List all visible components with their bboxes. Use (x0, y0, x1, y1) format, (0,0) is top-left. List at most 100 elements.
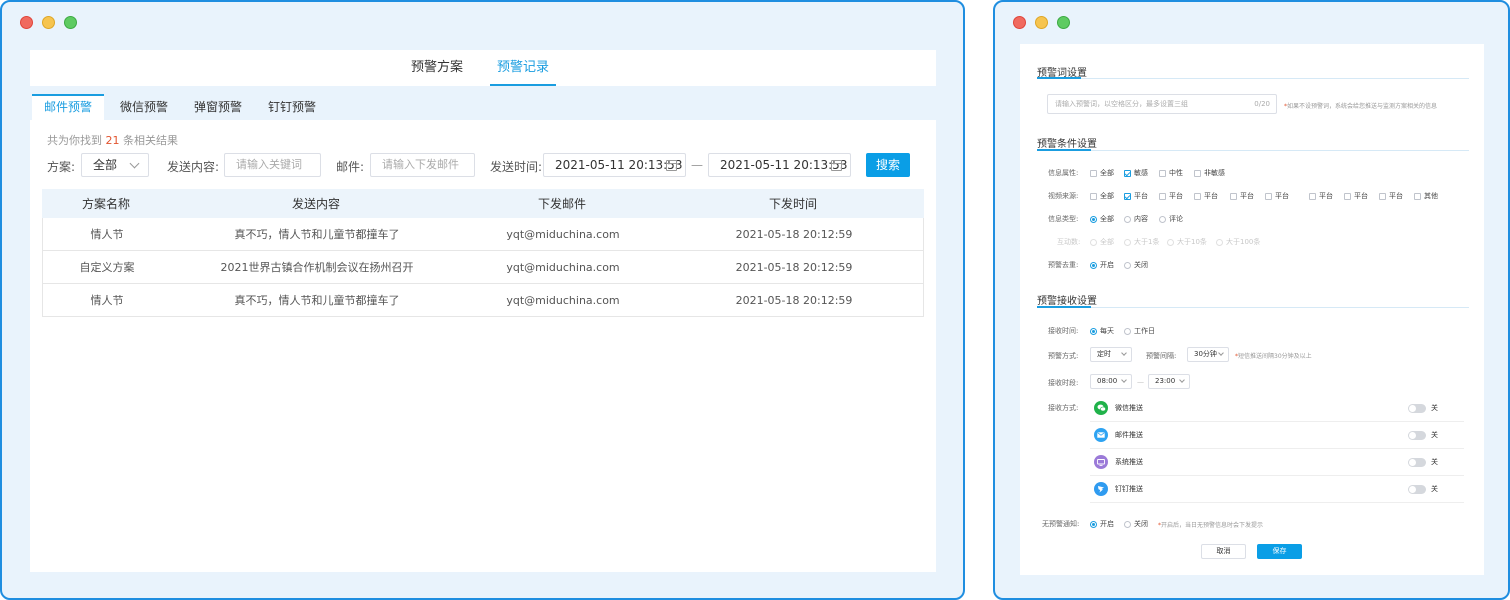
info-attribute-option[interactable]: 中性 (1159, 168, 1183, 178)
info-attribute-option[interactable]: 全部 (1090, 168, 1114, 178)
plan-filter-label: 方案: (47, 160, 76, 174)
video-source-option[interactable]: 其他 (1414, 191, 1438, 201)
tab-popup-alert[interactable]: 弹窗预警 (182, 94, 254, 120)
keyword-char-counter: 0/20 (1254, 100, 1270, 108)
table-row[interactable]: 情人节 真不巧，情人节和儿童节都撞车了 yqt@miduchina.com 20… (42, 218, 924, 251)
receive-method-name: 邮件推送 (1115, 431, 1143, 439)
plan-name-cell: 情人节 (90, 294, 124, 307)
info-type-option[interactable]: 全部 (1090, 214, 1114, 224)
keyword-tip: *如果不设预警词，系统会给您推送与监测方案相关的信息 (1284, 103, 1438, 110)
interaction-count-option[interactable]: 大于1条 (1124, 237, 1159, 247)
interaction-count-option[interactable]: 全部 (1090, 237, 1114, 247)
table-header: 方案名称 发送内容 下发邮件 下发时间 (42, 189, 924, 218)
content-keyword-input[interactable]: 请输入关键词 (224, 153, 321, 177)
time-cell: 2021-05-18 20:12:59 (735, 227, 853, 241)
monitor-icon (1094, 455, 1108, 469)
records-table: 方案名称 发送内容 下发邮件 下发时间 情人节 真不巧，情人节和儿童节都撞车了 … (42, 189, 924, 317)
tab-email-alert[interactable]: 邮件预警 (32, 94, 104, 120)
section-title-receiving: 预警接收设置 (1037, 296, 1097, 307)
plan-name-cell: 情人节 (90, 228, 124, 241)
start-time-picker[interactable]: 2021-05-11 20:13:53 (543, 153, 686, 177)
settings-panel: 预警词设置 请输入预警词，以空格区分，最多设置三组 0/20 *如果不设预警词，… (1020, 44, 1484, 575)
close-window-button[interactable] (1013, 16, 1026, 29)
close-window-button[interactable] (20, 16, 33, 29)
minimize-window-button[interactable] (42, 16, 55, 29)
alert-keyword-input[interactable]: 请输入预警词，以空格区分，最多设置三组 0/20 (1047, 94, 1277, 114)
receive-method-name: 钉钉推送 (1115, 485, 1143, 493)
section-divider (1037, 307, 1469, 308)
dedupe-label: 预警去重: (1048, 261, 1079, 269)
email-push-toggle[interactable] (1408, 431, 1426, 440)
info-type-option[interactable]: 内容 (1124, 214, 1148, 224)
no-alert-notice-option[interactable]: 开启 (1090, 519, 1114, 529)
top-tabs: 预警方案 预警记录 (30, 50, 936, 86)
time-filter-label: 发送时间: (490, 160, 543, 174)
calendar-icon (666, 160, 677, 171)
chevron-down-icon (1179, 377, 1185, 383)
column-header: 下发邮件 (537, 197, 586, 211)
content-cell: 2021世界古镇合作机制会议在扬州召开 (220, 261, 414, 274)
maximize-window-button[interactable] (1057, 16, 1070, 29)
period-end-select[interactable]: 23:00 (1148, 374, 1190, 389)
plan-name-cell: 自定义方案 (79, 261, 135, 274)
dingtalk-push-toggle[interactable] (1408, 485, 1426, 494)
no-alert-notice-label: 无预警通知: (1042, 520, 1080, 528)
video-source-option[interactable]: 平台 (1230, 191, 1254, 201)
email-cell: yqt@miduchina.com (506, 293, 620, 307)
video-source-option[interactable]: 平台 (1124, 191, 1148, 201)
section-divider (1037, 78, 1469, 79)
search-button[interactable]: 搜索 (866, 153, 910, 177)
video-source-option[interactable]: 平台 (1159, 191, 1183, 201)
column-header: 下发时间 (768, 197, 817, 211)
end-time-picker[interactable]: 2021-05-11 20:13:53 (708, 153, 851, 177)
info-type-option[interactable]: 评论 (1159, 214, 1183, 224)
interaction-count-option[interactable]: 大于10条 (1167, 237, 1207, 247)
result-count: 共为你找到 21 条相关结果 (47, 134, 178, 147)
video-source-option[interactable]: 平台 (1265, 191, 1289, 201)
video-source-option[interactable]: 全部 (1090, 191, 1114, 201)
info-attribute-option[interactable]: 非敏感 (1194, 168, 1225, 178)
plan-select[interactable]: 全部 (81, 153, 149, 177)
system-push-toggle[interactable] (1408, 458, 1426, 467)
column-header: 方案名称 (81, 197, 130, 211)
info-attribute-option[interactable]: 敏感 (1124, 168, 1148, 178)
tab-alert-records[interactable]: 预警记录 (490, 50, 556, 86)
table-row[interactable]: 自定义方案 2021世界古镇合作机制会议在扬州召开 yqt@miduchina.… (42, 251, 924, 284)
column-header: 发送内容 (291, 197, 340, 211)
video-source-option[interactable]: 平台 (1309, 191, 1333, 201)
email-filter-label: 邮件: (336, 160, 365, 174)
chevron-down-icon (1121, 377, 1127, 383)
receive-time-option[interactable]: 工作日 (1124, 326, 1155, 336)
dedupe-option[interactable]: 关闭 (1124, 260, 1148, 270)
email-input[interactable]: 请输入下发邮件 (370, 153, 475, 177)
save-button[interactable]: 保存 (1257, 544, 1302, 559)
tab-alert-plans[interactable]: 预警方案 (411, 50, 463, 86)
maximize-window-button[interactable] (64, 16, 77, 29)
period-start-select[interactable]: 08:00 (1090, 374, 1132, 389)
settings-window: 预警词设置 请输入预警词，以空格区分，最多设置三组 0/20 *如果不设预警词，… (993, 0, 1510, 600)
receive-time-label: 接收时间: (1048, 327, 1079, 335)
time-cell: 2021-05-18 20:12:59 (735, 260, 853, 274)
table-row[interactable]: 情人节 真不巧，情人节和儿童节都撞车了 yqt@miduchina.com 20… (42, 284, 924, 317)
content-filter-label: 发送内容: (167, 160, 220, 174)
video-source-option[interactable]: 平台 (1379, 191, 1403, 201)
no-alert-notice-option[interactable]: 关闭 (1124, 519, 1148, 529)
toggle-state-label: 关 (1431, 431, 1438, 439)
video-source-option[interactable]: 平台 (1194, 191, 1218, 201)
minimize-window-button[interactable] (1035, 16, 1048, 29)
period-separator: — (1137, 378, 1144, 386)
interval-tip: *短信推送间隔30分钟及以上 (1235, 353, 1312, 360)
records-panel: 邮件预警 微信预警 弹窗预警 钉钉预警 共为你找到 21 条相关结果 方案: 全… (30, 94, 936, 572)
cancel-button[interactable]: 取消 (1201, 544, 1246, 559)
wechat-push-toggle[interactable] (1408, 404, 1426, 413)
interaction-count-option[interactable]: 大于100条 (1216, 237, 1260, 247)
video-source-option[interactable]: 平台 (1344, 191, 1368, 201)
alert-mode-select[interactable]: 定时 (1090, 347, 1132, 362)
dedupe-option[interactable]: 开启 (1090, 260, 1114, 270)
time-range-separator: — (691, 158, 703, 172)
receive-time-option[interactable]: 每天 (1090, 326, 1114, 336)
tab-dingtalk-alert[interactable]: 钉钉预警 (256, 94, 328, 120)
alert-interval-label: 预警间隔: (1146, 352, 1177, 360)
tab-wechat-alert[interactable]: 微信预警 (108, 94, 180, 120)
alert-interval-select[interactable]: 30分钟 (1187, 347, 1229, 362)
